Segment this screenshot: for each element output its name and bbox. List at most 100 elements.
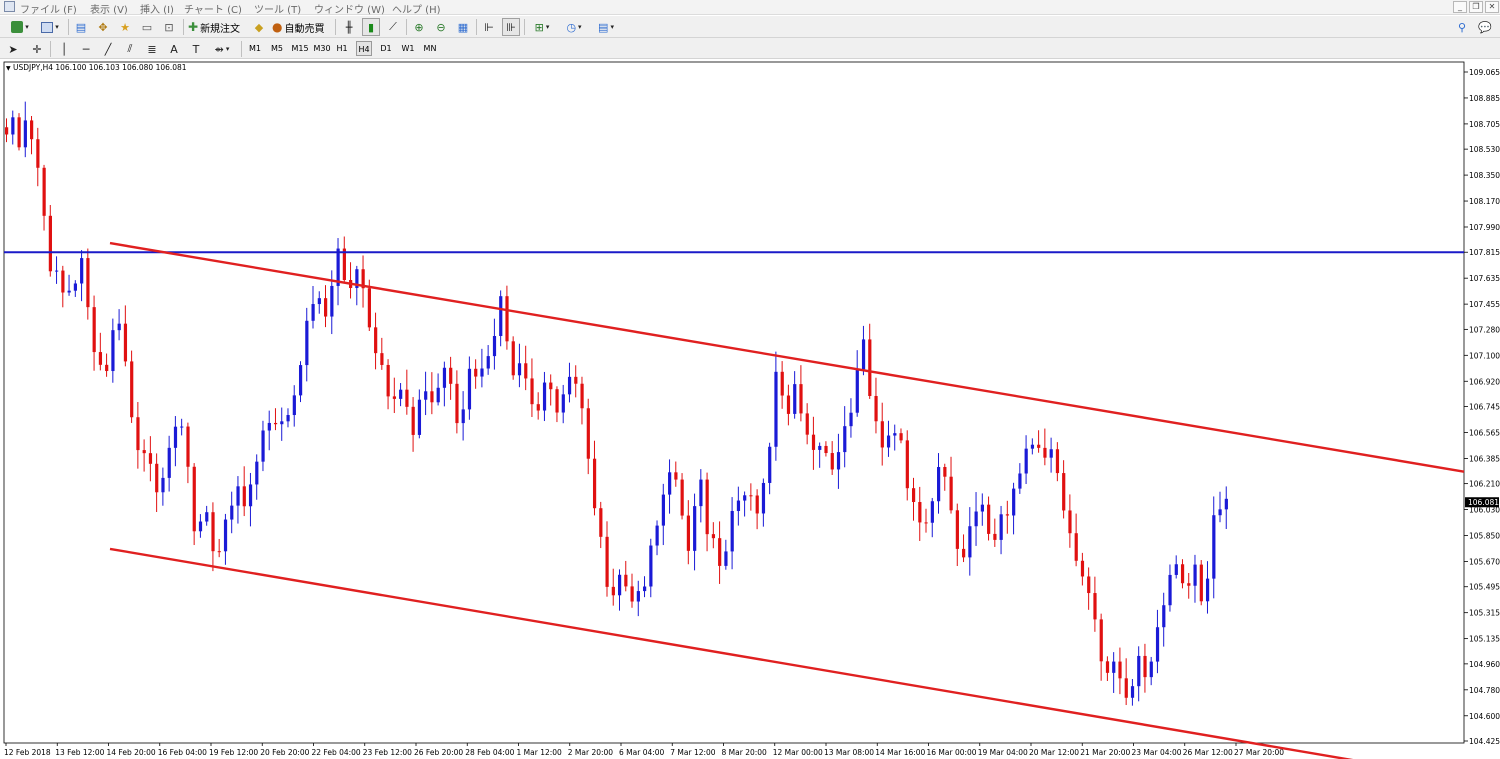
y-tick-label: 107.100 xyxy=(1469,351,1500,360)
y-tick-label: 105.495 xyxy=(1469,583,1500,592)
profiles-button[interactable]: ▾ xyxy=(36,18,64,36)
candle-body xyxy=(467,368,472,410)
candle-body xyxy=(649,545,653,587)
price-chart[interactable]: 109.065 108.885 108.705 108.530 108.350 108.1… xyxy=(0,60,1500,759)
trendline-icon: ╱ xyxy=(104,42,112,56)
timeframe-d1-button[interactable]: D1 xyxy=(378,41,394,56)
auto-scroll-button[interactable]: ⊩ xyxy=(480,18,498,36)
timeframe-m1-button[interactable]: M1 xyxy=(246,41,264,56)
y-tick-label: 104.600 xyxy=(1469,712,1500,721)
candle-body xyxy=(186,426,190,467)
auto-trading-button[interactable]: ● 自動売買 xyxy=(272,18,330,36)
timeframe-w1-button[interactable]: W1 xyxy=(400,41,416,56)
candle-body xyxy=(198,521,203,532)
x-tick-label: 16 Feb 04:00 xyxy=(158,748,207,757)
candle-body xyxy=(830,453,834,470)
candle-body xyxy=(36,139,40,168)
periods-button[interactable]: ◷ ▾ xyxy=(560,18,588,36)
candlestick-chart-button[interactable]: ▮ xyxy=(362,18,380,36)
timeframe-m5-button[interactable]: M5 xyxy=(268,41,286,56)
channel-trend-line[interactable] xyxy=(109,547,1464,759)
restore-button[interactable]: ❐ xyxy=(1469,1,1483,13)
timeframe-mn-button[interactable]: MN xyxy=(421,41,439,56)
profiles-icon xyxy=(41,21,54,33)
line-chart-button[interactable]: ⟋ xyxy=(384,18,402,36)
chat-button[interactable]: 💬 xyxy=(1476,18,1494,36)
candle-body xyxy=(868,339,872,396)
candle-body xyxy=(223,519,228,552)
new-order-button[interactable]: ✚ 新規注文 xyxy=(188,18,246,36)
timeframe-m15-button[interactable]: M15 xyxy=(290,41,310,56)
candle-body xyxy=(962,548,966,558)
menu-item[interactable]: ウィンドウ (W) xyxy=(314,1,385,16)
y-tick-label: 106.565 xyxy=(1469,428,1500,437)
candle-body xyxy=(874,395,878,422)
horizontal-line-button[interactable]: ─ xyxy=(78,40,94,58)
favorites-button[interactable]: ★ xyxy=(116,18,134,36)
new-chart-button[interactable]: ▾ xyxy=(6,18,34,36)
search-button[interactable]: ⚲ xyxy=(1454,18,1470,36)
candle-body xyxy=(724,551,728,566)
text-label-button[interactable]: T xyxy=(188,40,204,58)
channel-button[interactable]: ⫽ xyxy=(122,40,138,58)
menu-item[interactable]: ツール (T) xyxy=(254,1,301,16)
y-tick-label: 105.315 xyxy=(1469,609,1500,618)
candle-body xyxy=(1080,560,1085,577)
chart-window[interactable]: ▼ USDJPY,H4 106.100 106.103 106.080 106.… xyxy=(0,60,1500,759)
terminal-icon: ▭ xyxy=(141,20,153,34)
menu-item[interactable]: ヘルプ (H) xyxy=(392,1,441,16)
candle-body xyxy=(643,586,647,592)
fibonacci-button[interactable]: ≣ xyxy=(144,40,160,58)
strategy-tester-button[interactable]: ⊡ xyxy=(160,18,178,36)
x-tick-label: 2 Mar 20:00 xyxy=(568,748,614,757)
y-tick-label: 109.065 xyxy=(1469,68,1500,77)
candle-body xyxy=(298,365,303,396)
candle-body xyxy=(374,327,378,354)
navigator-button[interactable]: ✥ xyxy=(94,18,112,36)
zoom-out-button[interactable]: ⊖ xyxy=(432,18,450,36)
candle-body xyxy=(405,389,409,407)
timeframe-h1-button[interactable]: H1 xyxy=(334,41,350,56)
menu-item[interactable]: 挿入 (I) xyxy=(140,1,174,16)
timeframe-m30-button[interactable]: M30 xyxy=(312,41,332,56)
tile-windows-icon: ▦ xyxy=(457,20,469,34)
tile-windows-button[interactable]: ▦ xyxy=(454,18,472,36)
channel-trend-line[interactable] xyxy=(109,241,1465,473)
app-icon[interactable] xyxy=(4,1,15,12)
candle-body xyxy=(92,307,96,353)
auto-trading-icon: ● xyxy=(272,20,283,34)
terminal-button[interactable]: ▭ xyxy=(138,18,156,36)
close-button[interactable]: ✕ xyxy=(1485,1,1499,13)
shapes-button[interactable]: ⇴ ▾ xyxy=(208,40,236,58)
candle-body xyxy=(136,417,140,451)
menu-item[interactable]: チャート (C) xyxy=(184,1,242,16)
candle-body xyxy=(542,382,547,411)
indicators-button[interactable]: ⊞ ▾ xyxy=(528,18,556,36)
cursor-button[interactable]: ➤ xyxy=(6,40,20,58)
market-watch-button[interactable]: ▤ xyxy=(72,18,90,36)
y-tick-label: 105.670 xyxy=(1469,557,1500,566)
templates-button[interactable]: ▤ ▾ xyxy=(592,18,620,36)
candle-body xyxy=(1118,661,1122,679)
vertical-line-button[interactable]: │ xyxy=(56,40,72,58)
text-button[interactable]: A xyxy=(166,40,182,58)
menu-item[interactable]: ファイル (F) xyxy=(20,1,77,16)
candle-body xyxy=(561,394,565,413)
crosshair-button[interactable]: ✛ xyxy=(28,40,46,58)
trendline-button[interactable]: ╱ xyxy=(100,40,116,58)
chart-shift-button[interactable]: ⊪ xyxy=(502,18,520,36)
candle-body xyxy=(580,383,584,409)
candle-body xyxy=(1068,510,1072,534)
metaeditor-button[interactable]: ◆ xyxy=(250,18,268,36)
candle-body xyxy=(324,298,328,317)
candle-body xyxy=(292,395,296,416)
minimize-button[interactable]: _ xyxy=(1453,1,1467,13)
candle-body xyxy=(86,258,90,308)
candle-body xyxy=(1155,627,1160,662)
menu-item[interactable]: 表示 (V) xyxy=(90,1,128,16)
timeframe-h4-button[interactable]: H4 xyxy=(356,41,372,56)
candle-body xyxy=(461,409,465,424)
candle-body xyxy=(736,500,741,511)
bar-chart-button[interactable]: ╫ xyxy=(340,18,358,36)
zoom-in-button[interactable]: ⊕ xyxy=(410,18,428,36)
